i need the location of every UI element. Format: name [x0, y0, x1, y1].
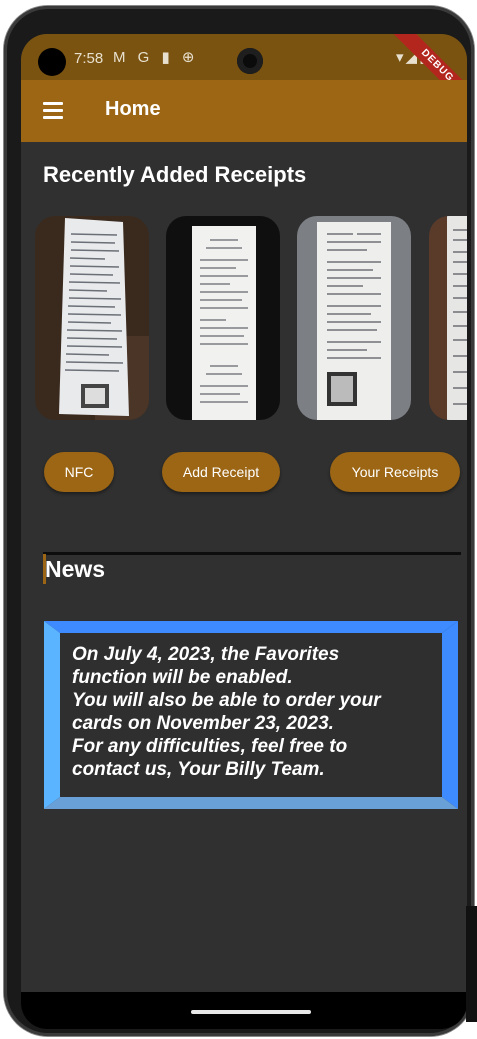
- status-bar: 7:58 M G ▮ ⊕ ▾◢▮ DEBUG: [21, 34, 467, 115]
- news-title: News: [45, 556, 106, 582]
- news-card: On July 4, 2023, the Favorites function …: [44, 621, 458, 809]
- recent-receipts-title: Recently Added Receipts: [43, 162, 307, 187]
- page-title: Home: [105, 98, 161, 120]
- news-line: You will also be able to order your: [72, 690, 381, 711]
- receipt-photo-icon: [429, 216, 467, 420]
- receipt-thumbnail[interactable]: [35, 216, 149, 420]
- news-line: contact us, Your Billy Team.: [72, 759, 325, 780]
- hamburger-menu-icon[interactable]: [43, 102, 63, 120]
- system-nav-bar: [21, 992, 467, 1029]
- your-receipts-button[interactable]: Your Receipts: [330, 452, 460, 492]
- home-gesture-handle[interactable]: [191, 1010, 311, 1014]
- camera-cutout: [38, 48, 66, 76]
- phone-frame: 7:58 M G ▮ ⊕ ▾◢▮ DEBUG Home Recently Add…: [4, 6, 474, 1036]
- news-message: On July 4, 2023, the Favorites function …: [72, 643, 432, 781]
- news-divider: [43, 552, 461, 555]
- receipt-thumbnail[interactable]: [297, 216, 411, 420]
- receipt-thumbnail[interactable]: [166, 216, 280, 420]
- notification-icons: M G ▮ ⊕: [113, 49, 199, 66]
- add-receipt-button[interactable]: Add Receipt: [162, 452, 280, 492]
- receipt-carousel[interactable]: [35, 216, 467, 422]
- news-line: On July 4, 2023, the Favorites: [72, 644, 340, 665]
- app-bar: Home: [21, 80, 467, 142]
- nfc-button[interactable]: NFC: [44, 452, 114, 492]
- news-line: cards on November 23, 2023.: [72, 713, 334, 734]
- receipt-photo-icon: [297, 216, 411, 420]
- news-line: For any difficulties, feel free to: [72, 736, 348, 757]
- front-camera-icon: [237, 48, 263, 74]
- status-time: 7:58: [74, 50, 104, 67]
- side-overlay-widget: [466, 906, 477, 1022]
- receipt-photo-icon: [35, 216, 149, 420]
- app-screen: 7:58 M G ▮ ⊕ ▾◢▮ DEBUG Home Recently Add…: [21, 34, 467, 1029]
- receipt-thumbnail[interactable]: [429, 216, 467, 420]
- receipt-photo-icon: [166, 216, 280, 420]
- news-line: function will be enabled.: [72, 667, 293, 688]
